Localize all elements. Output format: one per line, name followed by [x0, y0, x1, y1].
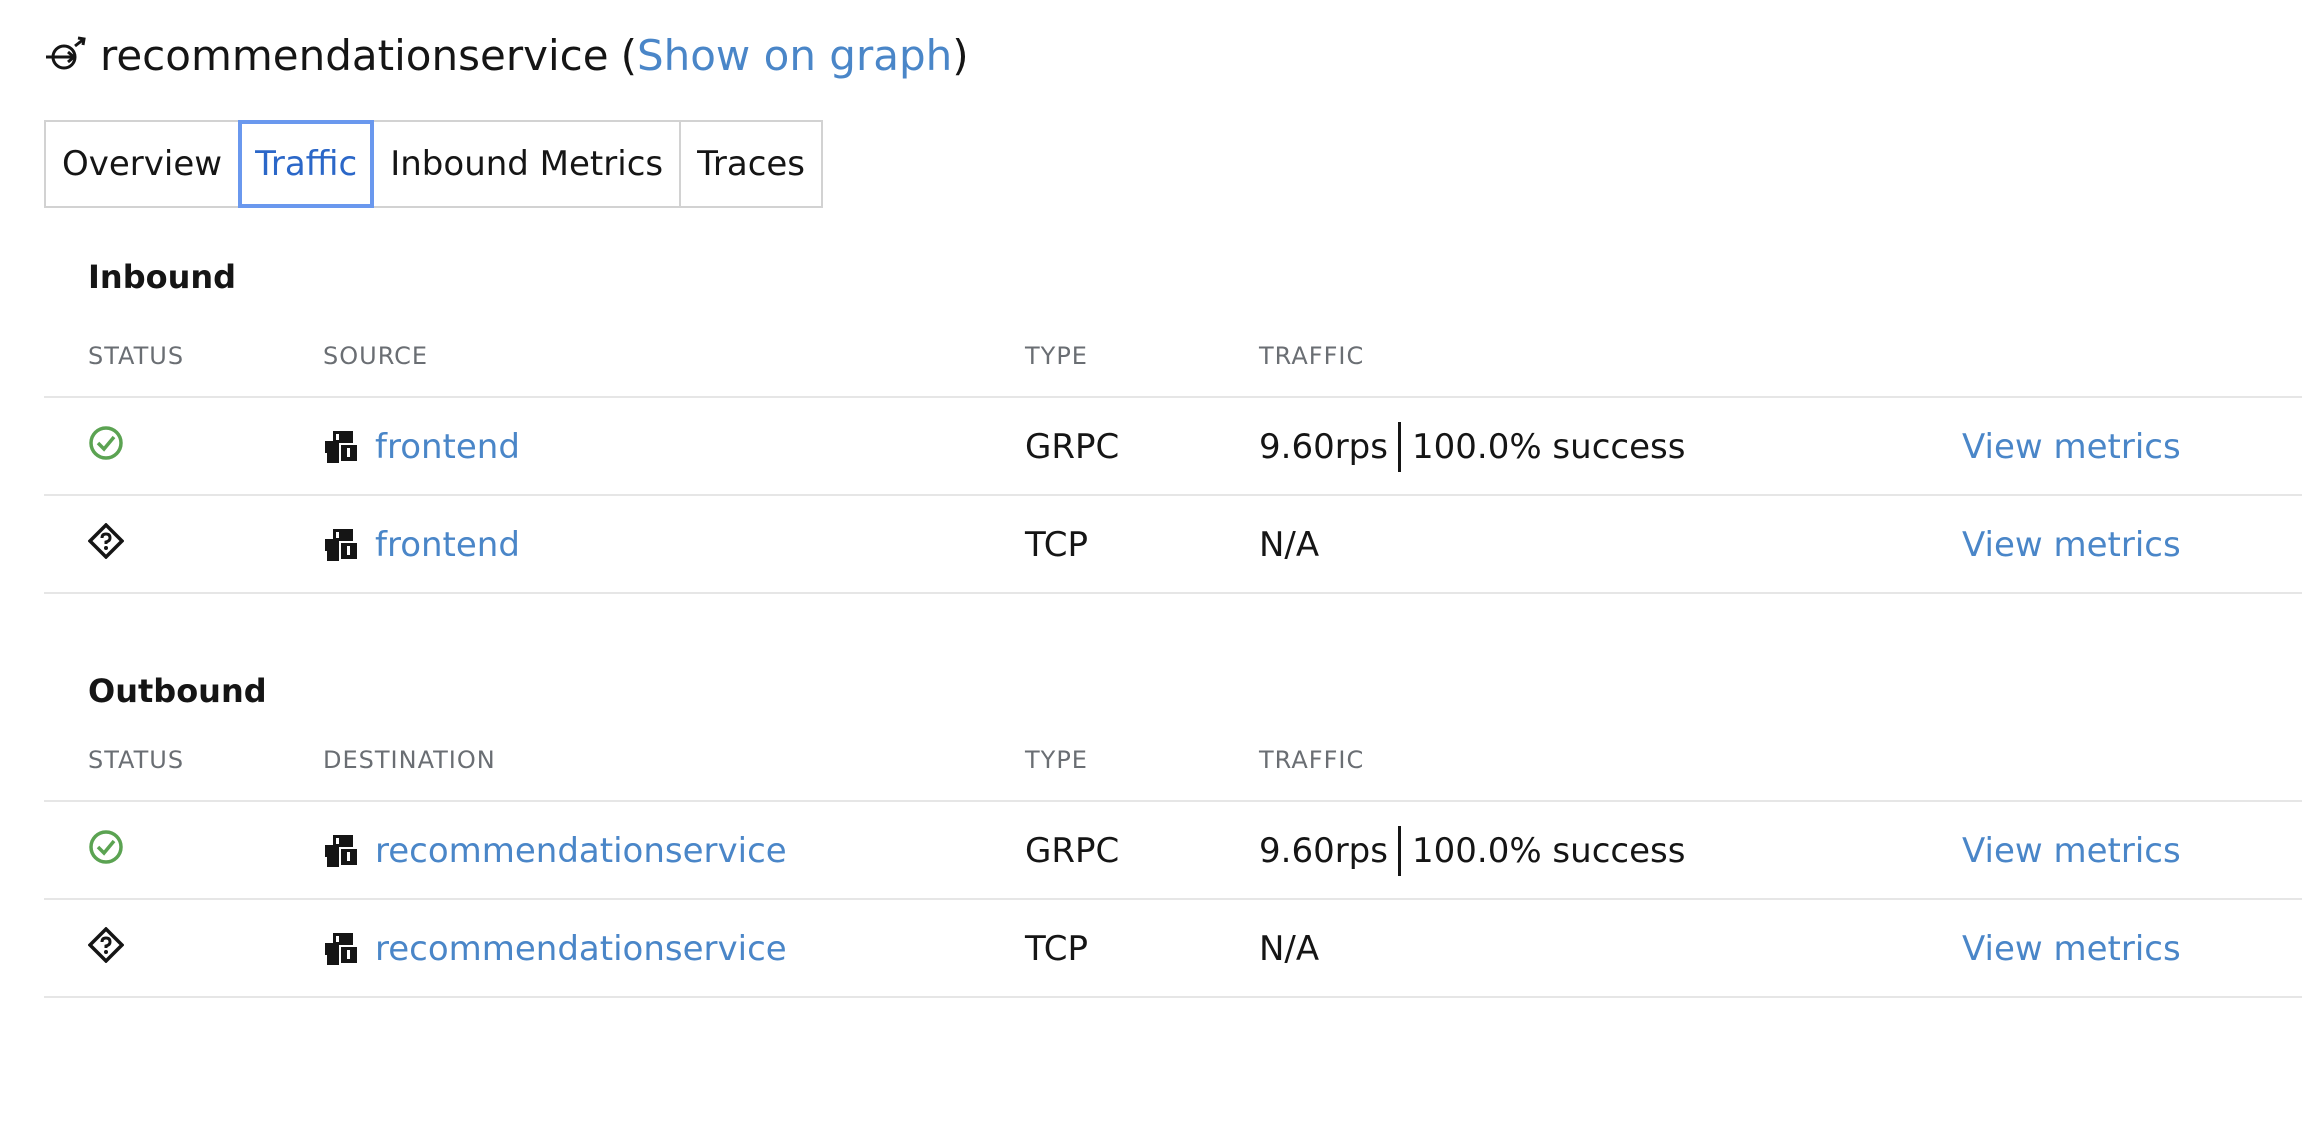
- workloads-icon: [323, 429, 359, 465]
- tab-inbound-metrics[interactable]: Inbound Metrics: [372, 120, 682, 208]
- divider: [44, 396, 2302, 398]
- check-circle-icon: [88, 829, 124, 865]
- destination-link-recommendationservice[interactable]: recommendationservice: [375, 929, 787, 969]
- source-link-frontend[interactable]: frontend: [375, 427, 520, 467]
- table-row-status: [88, 822, 124, 872]
- inbound-traffic-cell: N/A: [1259, 525, 1320, 565]
- outbound-destination-cell: recommendationservice: [323, 826, 787, 876]
- traffic-separator: [1397, 826, 1401, 876]
- question-diamond-icon: [88, 927, 124, 963]
- divider: [44, 800, 2302, 802]
- outbound-type-header: TYPE: [1025, 746, 1088, 774]
- service-icon: [44, 35, 86, 75]
- table-row-status: [88, 920, 124, 970]
- inbound-source-cell: frontend: [323, 520, 520, 570]
- divider: [44, 996, 2302, 998]
- inbound-status-header: STATUS: [88, 342, 185, 370]
- outbound-status-header: STATUS: [88, 746, 185, 774]
- view-metrics-link[interactable]: View metrics: [1962, 826, 2181, 876]
- divider: [44, 592, 2302, 594]
- traffic-rps: 9.60rps: [1259, 427, 1388, 467]
- tab-overview[interactable]: Overview: [44, 120, 241, 208]
- traffic-success: 100.0% success: [1411, 831, 1686, 871]
- paren-open: (: [620, 30, 637, 80]
- outbound-traffic-header: TRAFFIC: [1259, 746, 1365, 774]
- outbound-destination-header: DESTINATION: [323, 746, 496, 774]
- tab-traffic[interactable]: Traffic: [238, 120, 375, 208]
- show-on-graph-link[interactable]: Show on graph: [637, 31, 952, 80]
- inbound-traffic-cell: 9.60rps 100.0% success: [1259, 422, 1685, 472]
- destination-link-recommendationservice[interactable]: recommendationservice: [375, 831, 787, 871]
- tab-bar: Overview Traffic Inbound Metrics Traces: [44, 120, 824, 208]
- inbound-type-cell: TCP: [1025, 525, 1089, 565]
- divider: [44, 898, 2302, 900]
- question-diamond-icon: [88, 523, 124, 559]
- inbound-type-cell: GRPC: [1025, 427, 1120, 467]
- tab-traces[interactable]: Traces: [679, 120, 824, 208]
- outbound-traffic-cell: N/A: [1259, 929, 1320, 969]
- workloads-icon: [323, 527, 359, 563]
- inbound-source-cell: frontend: [323, 422, 520, 472]
- page-title: recommendationservice ( Show on graph ): [44, 24, 969, 86]
- paren-close: ): [952, 30, 969, 80]
- source-link-frontend[interactable]: frontend: [375, 525, 520, 565]
- view-metrics-link[interactable]: View metrics: [1962, 520, 2181, 570]
- service-name: recommendationservice: [100, 30, 609, 80]
- inbound-title: Inbound: [88, 258, 237, 296]
- table-row-status: [88, 516, 124, 566]
- workloads-icon: [323, 833, 359, 869]
- inbound-source-header: SOURCE: [323, 342, 429, 370]
- outbound-destination-cell: recommendationservice: [323, 924, 787, 974]
- divider: [44, 494, 2302, 496]
- outbound-type-cell: TCP: [1025, 929, 1089, 969]
- traffic-separator: [1397, 422, 1401, 472]
- inbound-type-header: TYPE: [1025, 342, 1088, 370]
- inbound-traffic-header: TRAFFIC: [1259, 342, 1365, 370]
- check-circle-icon: [88, 425, 124, 461]
- view-metrics-link[interactable]: View metrics: [1962, 924, 2181, 974]
- table-row-status: [88, 418, 124, 468]
- outbound-type-cell: GRPC: [1025, 831, 1120, 871]
- outbound-traffic-cell: 9.60rps 100.0% success: [1259, 826, 1685, 876]
- outbound-title: Outbound: [88, 672, 267, 710]
- traffic-success: 100.0% success: [1411, 427, 1686, 467]
- traffic-rps: 9.60rps: [1259, 831, 1388, 871]
- view-metrics-link[interactable]: View metrics: [1962, 422, 2181, 472]
- workloads-icon: [323, 931, 359, 967]
